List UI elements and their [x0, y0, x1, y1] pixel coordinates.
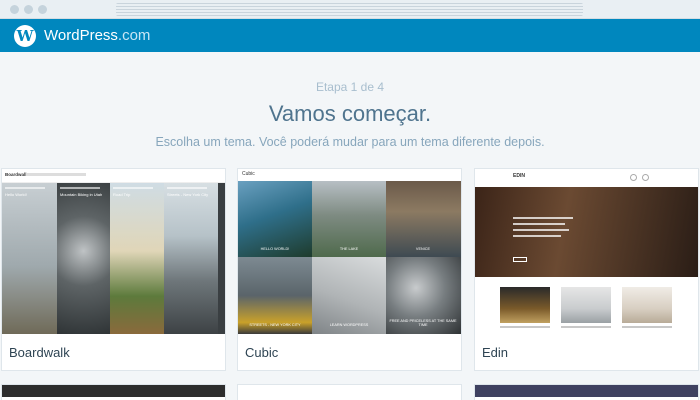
preview-post-title: HELLO WORLD!: [260, 247, 290, 251]
preview-search-icon: [642, 174, 649, 181]
preview-post-title: Hello World!: [5, 192, 27, 197]
preview-tagline: [26, 173, 86, 176]
preview-post-title: Mountain Biking in Utah: [60, 192, 103, 197]
preview-post-meta: [5, 187, 45, 189]
preview-post-title: STREETS - NEW YORK CITY: [249, 323, 301, 327]
address-bar[interactable]: [116, 3, 583, 16]
masterbar: W WordPress.com: [0, 19, 700, 52]
preview-thumbnail: [561, 287, 611, 323]
wordpress-logo-icon[interactable]: W: [14, 25, 36, 47]
browser-chrome: [0, 0, 700, 19]
page-subheading: Escolha um tema. Você poderá mudar para …: [155, 135, 545, 149]
preview-thumbnail: [500, 287, 550, 323]
brand-tld: .com: [117, 27, 151, 44]
theme-preview-edin: EDIN: [475, 169, 698, 334]
preview-thumbnail-caption: [500, 326, 550, 328]
page-heading: Vamos começar.: [268, 101, 432, 126]
signup-main: Etapa 1 de 4 Vamos começar. Escolha um t…: [0, 52, 700, 400]
theme-name: Edin: [482, 345, 509, 360]
window-minimize-icon[interactable]: [24, 5, 33, 14]
preview-header: Cubic: [238, 169, 461, 181]
preview-post: Mountain Biking in Utah: [57, 183, 110, 334]
theme-preview-row2: [238, 385, 461, 397]
preview-hero: [475, 187, 698, 277]
preview-post-title: FREE AND PRICELESS AT THE SAME TIME: [389, 319, 457, 327]
preview-header: Boardwalk: [2, 169, 225, 183]
theme-card-edin[interactable]: EDIN Edin: [474, 168, 699, 371]
preview-post-meta: [167, 187, 207, 189]
preview-post-title: Road Trip: [113, 192, 131, 197]
preview-post: HELLO WORLD!: [238, 181, 312, 257]
preview-post: LEARN WORDPRESS: [312, 257, 386, 334]
preview-post: [218, 183, 225, 334]
preview-post: Streets - New York City: [164, 183, 218, 334]
theme-card-row2-2[interactable]: [237, 384, 462, 400]
preview-title: EDIN: [513, 173, 525, 179]
preview-post: STREETS - NEW YORK CITY: [238, 257, 312, 334]
preview-post: VENICE: [386, 181, 461, 257]
preview-hero-button: [513, 257, 527, 262]
theme-preview-row2: [475, 385, 698, 397]
preview-post-meta: [60, 187, 100, 189]
preview-post-title: VENICE: [415, 247, 431, 251]
theme-name: Boardwalk: [9, 345, 70, 360]
preview-hero-text: [513, 223, 565, 225]
preview-title: Boardwalk: [5, 172, 28, 177]
theme-card-row2-1[interactable]: [1, 384, 226, 400]
brand-wordmark[interactable]: WordPress.com: [44, 26, 150, 45]
window-maximize-icon[interactable]: [38, 5, 47, 14]
theme-name: Cubic: [245, 345, 279, 360]
theme-card-boardwalk[interactable]: Boardwalk Hello World! Mountain Biking i…: [1, 168, 226, 371]
preview-post: Hello World!: [2, 183, 57, 334]
theme-preview-row2: [2, 385, 225, 397]
theme-card-cubic[interactable]: Cubic HELLO WORLD! THE LAKE VENICE STREE…: [237, 168, 462, 371]
preview-post: FREE AND PRICELESS AT THE SAME TIME: [386, 257, 461, 334]
preview-post-title: LEARN WORDPRESS: [329, 323, 369, 327]
preview-hero-text: [513, 235, 561, 237]
preview-thumbnail: [622, 287, 672, 323]
theme-card-row2-3[interactable]: [474, 384, 699, 400]
theme-preview-boardwalk: Boardwalk Hello World! Mountain Biking i…: [2, 169, 225, 334]
preview-menu-icon: [630, 174, 637, 181]
preview-post: THE LAKE: [312, 181, 386, 257]
step-indicator: Etapa 1 de 4: [315, 80, 385, 94]
preview-post-title: Streets - New York City: [167, 192, 209, 197]
brand-name: WordPress: [44, 27, 118, 44]
preview-thumbnail-caption: [622, 326, 672, 328]
window-close-icon[interactable]: [10, 5, 19, 14]
preview-header: EDIN: [475, 169, 698, 187]
preview-post-title: THE LAKE: [339, 247, 359, 251]
preview-title: Cubic: [242, 171, 255, 177]
preview-post: Road Trip: [110, 183, 164, 334]
preview-post-meta: [113, 187, 153, 189]
preview-thumbnail-caption: [561, 326, 611, 328]
theme-preview-cubic: Cubic HELLO WORLD! THE LAKE VENICE STREE…: [238, 169, 461, 334]
preview-hero-text: [513, 229, 569, 231]
preview-hero-text: [513, 217, 573, 219]
